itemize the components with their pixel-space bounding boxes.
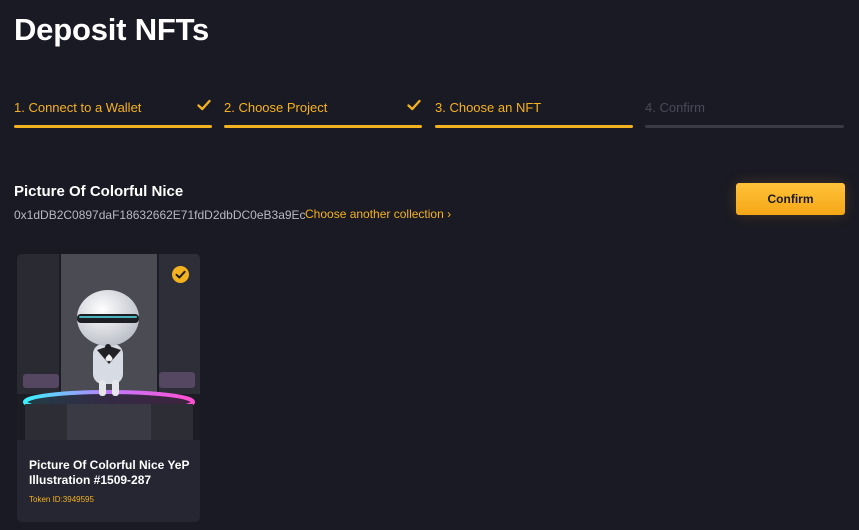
step-label: 2. Choose Project xyxy=(224,100,328,115)
check-icon xyxy=(407,99,421,111)
step-label: 1. Connect to a Wallet xyxy=(14,100,142,115)
step-progress-bar xyxy=(435,125,633,128)
step-choose-project[interactable]: 2. Choose Project xyxy=(224,97,422,128)
page-title: Deposit NFTs xyxy=(14,12,210,47)
choose-another-collection-link[interactable]: Choose another collection › xyxy=(305,207,451,221)
nft-title: Picture Of Colorful Nice YeP Illustratio… xyxy=(29,458,190,487)
step-progress-bar xyxy=(14,125,212,128)
nft-token-id: Token ID:3949595 xyxy=(29,495,94,504)
confirm-button[interactable]: Confirm xyxy=(736,183,845,215)
check-icon xyxy=(197,99,211,111)
choose-another-collection-label: Choose another collection xyxy=(305,207,444,221)
step-label: 4. Confirm xyxy=(645,100,705,115)
stepper: 1. Connect to a Wallet 2. Choose Project… xyxy=(14,97,844,131)
step-confirm: 4. Confirm xyxy=(645,97,844,128)
chevron-right-icon: › xyxy=(447,207,452,221)
selected-check-icon xyxy=(172,266,189,283)
step-progress-bar xyxy=(224,125,422,128)
step-choose-nft[interactable]: 3. Choose an NFT xyxy=(435,97,633,128)
step-connect-wallet[interactable]: 1. Connect to a Wallet xyxy=(14,97,212,128)
step-label: 3. Choose an NFT xyxy=(435,100,542,115)
collection-name: Picture Of Colorful Nice xyxy=(14,183,184,200)
collection-address: 0x1dDB2C0897daF18632662E71fdD2dbDC0eB3a9… xyxy=(14,208,306,222)
nft-card[interactable]: Picture Of Colorful Nice YeP Illustratio… xyxy=(17,254,200,522)
step-progress-bar xyxy=(645,125,844,128)
